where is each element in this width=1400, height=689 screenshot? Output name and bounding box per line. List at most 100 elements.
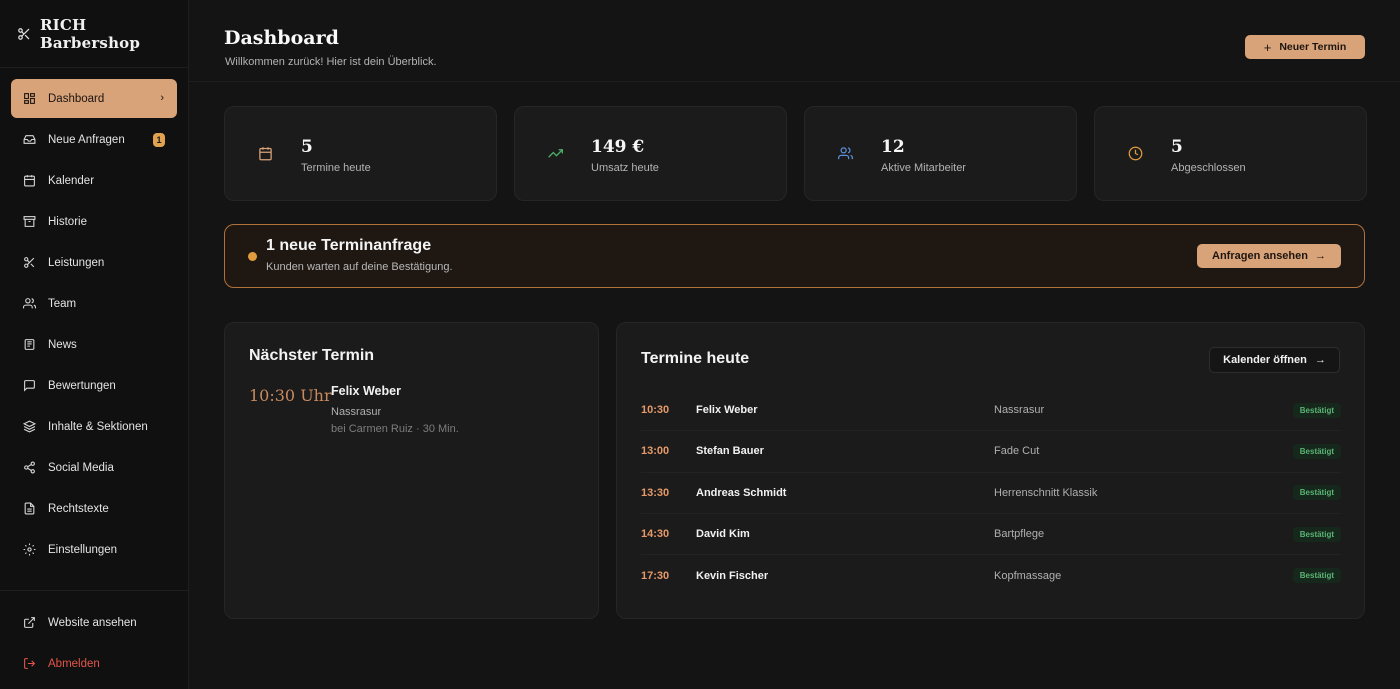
sidebar-item-social-media[interactable]: Social Media xyxy=(11,448,177,487)
layers-icon xyxy=(23,420,36,433)
sidebar-item-label: Abmelden xyxy=(48,657,100,670)
stat-card-revenue: 149 € Umsatz heute xyxy=(514,106,787,201)
brand[interactable]: RICH Barbershop xyxy=(0,0,188,68)
clock-icon xyxy=(1128,146,1144,162)
stat-label: Umsatz heute xyxy=(591,162,659,174)
sidebar-item-inhalte[interactable]: Inhalte & Sektionen xyxy=(11,407,177,446)
sidebar: RICH Barbershop Dashboard › Neue Anfrage… xyxy=(0,0,189,689)
alert-subtitle: Kunden warten auf deine Bestätigung. xyxy=(266,261,453,273)
stat-card-appointments: 5 Termine heute xyxy=(224,106,497,201)
chevron-right-icon: › xyxy=(160,92,164,104)
row-time: 13:00 xyxy=(641,445,670,458)
stat-card-completed: 5 Abgeschlossen xyxy=(1094,106,1367,201)
trending-up-icon xyxy=(548,146,564,162)
sidebar-item-einstellungen[interactable]: Einstellungen xyxy=(11,530,177,569)
stat-value: 5 xyxy=(301,137,313,157)
appointment-list: 10:30 Felix Weber Nassrasur Bestätigt 13… xyxy=(641,390,1341,596)
card-title: Nächster Termin xyxy=(249,347,375,364)
newspaper-icon xyxy=(23,338,36,351)
sidebar-item-historie[interactable]: Historie xyxy=(11,202,177,241)
today-appointments-card: Termine heute Kalender öffnen → 10:30 Fe… xyxy=(616,322,1365,619)
row-service: Fade Cut xyxy=(994,445,1040,458)
button-label: Anfragen ansehen xyxy=(1212,250,1308,262)
sidebar-item-rechtstexte[interactable]: Rechtstexte xyxy=(11,489,177,528)
main-content: Dashboard Willkommen zurück! Hier ist de… xyxy=(189,0,1400,689)
open-calendar-button[interactable]: Kalender öffnen → xyxy=(1209,347,1340,373)
logout-button[interactable]: Abmelden xyxy=(11,644,178,683)
stat-label: Abgeschlossen xyxy=(1171,162,1246,174)
new-appointment-button[interactable]: + Neuer Termin xyxy=(1245,35,1365,59)
sidebar-item-leistungen[interactable]: Leistungen xyxy=(11,243,177,282)
website-ansehen-link[interactable]: Website ansehen xyxy=(11,603,178,642)
status-badge: Bestätigt xyxy=(1292,443,1341,459)
card-title: Termine heute xyxy=(641,350,750,367)
button-label: Kalender öffnen xyxy=(1223,354,1307,366)
gear-icon xyxy=(23,543,36,556)
sidebar-item-neue-anfragen[interactable]: Neue Anfragen 1 xyxy=(11,120,177,159)
page-title: Dashboard xyxy=(224,27,339,49)
share-icon xyxy=(23,461,36,474)
sidebar-item-bewertungen[interactable]: Bewertungen xyxy=(11,366,177,405)
sidebar-item-label: Dashboard xyxy=(48,92,105,105)
sidebar-item-label: Inhalte & Sektionen xyxy=(48,420,148,433)
row-name: David Kim xyxy=(696,528,750,541)
status-badge: Bestätigt xyxy=(1292,568,1341,584)
page-subtitle: Willkommen zurück! Hier ist dein Überbli… xyxy=(225,56,437,68)
table-row[interactable]: 13:30 Andreas Schmidt Herrenschnitt Klas… xyxy=(641,473,1341,514)
row-service: Kopfmassage xyxy=(994,569,1062,582)
stat-value: 12 xyxy=(881,137,905,157)
row-name: Kevin Fischer xyxy=(696,569,769,582)
sidebar-item-label: Einstellungen xyxy=(48,543,118,556)
next-service: Nassrasur xyxy=(331,406,382,418)
row-time: 13:30 xyxy=(641,486,670,499)
row-time: 14:30 xyxy=(641,528,670,541)
stat-label: Aktive Mitarbeiter xyxy=(881,162,966,174)
row-time: 17:30 xyxy=(641,569,670,582)
sidebar-item-team[interactable]: Team xyxy=(11,284,177,323)
users-icon xyxy=(838,146,854,162)
sidebar-item-label: Leistungen xyxy=(48,256,105,269)
status-badge: Bestätigt xyxy=(1292,526,1341,542)
row-service: Herrenschnitt Klassik xyxy=(994,486,1098,499)
sidebar-item-dashboard[interactable]: Dashboard › xyxy=(11,79,177,118)
alert-title: 1 neue Terminanfrage xyxy=(266,237,432,254)
sidebar-nav: Dashboard › Neue Anfragen 1 Kalender His… xyxy=(0,68,188,569)
button-label: Neuer Termin xyxy=(1279,41,1347,53)
row-name: Andreas Schmidt xyxy=(696,486,787,499)
table-row[interactable]: 10:30 Felix Weber Nassrasur Bestätigt xyxy=(641,390,1341,432)
archive-icon xyxy=(23,215,36,228)
calendar-icon xyxy=(23,174,36,187)
sidebar-item-label: Historie xyxy=(48,215,87,228)
next-meta: bei Carmen Ruiz · 30 Min. xyxy=(331,423,459,435)
table-row[interactable]: 13:00 Stefan Bauer Fade Cut Bestätigt xyxy=(641,431,1341,473)
count-badge: 1 xyxy=(153,133,165,147)
stat-card-staff: 12 Aktive Mitarbeiter xyxy=(804,106,1077,201)
stat-label: Termine heute xyxy=(301,162,371,174)
logout-icon xyxy=(23,657,36,670)
sidebar-item-label: Team xyxy=(48,297,77,310)
next-appointment-card: Nächster Termin 10:30 Uhr Felix Weber Na… xyxy=(224,322,599,619)
calendar-icon xyxy=(258,146,274,162)
dashboard-icon xyxy=(23,92,36,105)
next-customer-name: Felix Weber xyxy=(331,384,401,398)
scissors-icon xyxy=(17,27,31,41)
status-badge: Bestätigt xyxy=(1292,402,1341,418)
row-name: Felix Weber xyxy=(696,404,758,417)
sidebar-item-label: Kalender xyxy=(48,174,95,187)
sidebar-item-label: Website ansehen xyxy=(48,616,137,629)
sidebar-item-kalender[interactable]: Kalender xyxy=(11,161,177,200)
table-row[interactable]: 14:30 David Kim Bartpflege Bestätigt xyxy=(641,514,1341,556)
sidebar-item-news[interactable]: News xyxy=(11,325,177,364)
arrow-right-icon: → xyxy=(1314,250,1326,262)
inbox-icon xyxy=(23,133,36,146)
scissors-icon xyxy=(23,256,36,269)
arrow-right-icon: → xyxy=(1314,354,1326,366)
view-requests-button[interactable]: Anfragen ansehen → xyxy=(1197,244,1341,268)
row-time: 10:30 xyxy=(641,404,670,417)
sidebar-item-label: News xyxy=(48,338,77,351)
plus-icon: + xyxy=(1263,39,1272,55)
stats-row: 5 Termine heute 149 € Umsatz heute 12 Ak… xyxy=(224,106,1367,201)
sidebar-footer: Website ansehen Abmelden xyxy=(0,590,189,685)
external-link-icon xyxy=(23,616,36,629)
table-row[interactable]: 17:30 Kevin Fischer Kopfmassage Bestätig… xyxy=(641,555,1341,596)
